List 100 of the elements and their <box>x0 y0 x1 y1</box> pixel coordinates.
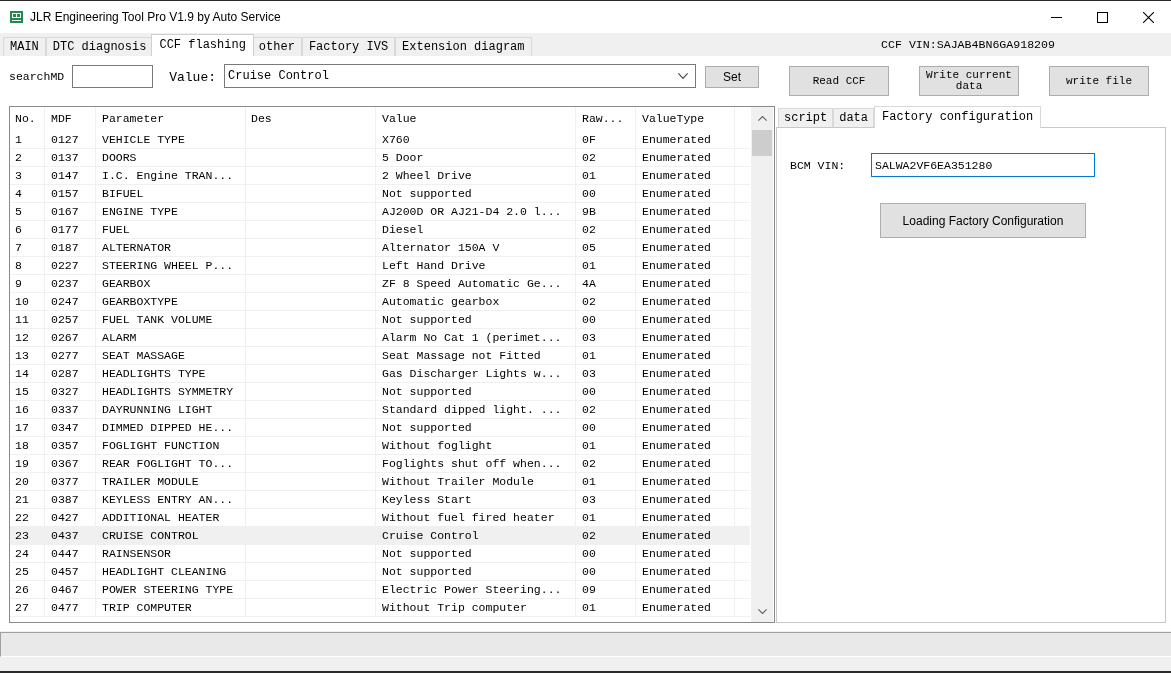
table-row[interactable]: 7 0187 ALTERNATOR Alternator 150A V 05 Enumerated <box>10 239 750 257</box>
table-row[interactable]: 27 0477 TRIP COMPUTER Without Trip computer 01 Enumerated <box>10 599 750 617</box>
table-cell: 0177 <box>45 221 96 238</box>
table-cell: 26 <box>10 581 45 598</box>
table-cell: 9B <box>576 203 636 220</box>
value-dropdown[interactable]: Cruise Control <box>224 64 697 88</box>
table-cell: 01 <box>576 167 636 184</box>
tab[interactable]: other <box>251 37 302 56</box>
tab[interactable]: CCF flashing <box>151 34 254 56</box>
table-row[interactable]: 14 0287 HEADLIGHTS TYPE Gas Discharger Lights w... 03 Enumerated <box>10 365 750 383</box>
table-row[interactable]: 11 0257 FUEL TANK VOLUME Not supported 00 Enumerated <box>10 311 750 329</box>
table-cell: Enumerated <box>636 455 735 472</box>
toolbar-button[interactable]: Set <box>705 66 760 88</box>
table-cell: 0367 <box>45 455 96 472</box>
tab[interactable]: Extension diagram <box>395 37 532 56</box>
table-cell: 0157 <box>45 185 96 202</box>
table-cell: 01 <box>576 257 636 274</box>
table-cell: Enumerated <box>636 257 735 274</box>
table-row[interactable]: 9 0237 GEARBOX ZF 8 Speed Automatic Ge... 4A Enumerated <box>10 275 750 293</box>
bcm-vin-field[interactable]: SALWA2VF6EA351280 <box>871 153 1095 177</box>
table-row[interactable]: 1 0127 VEHICLE TYPE X760 0F Enumerated <box>10 131 750 149</box>
table-cell: 4A <box>576 275 636 292</box>
table-cell: POWER STEERING TYPE <box>96 581 246 598</box>
toolbar-button[interactable]: write file <box>1049 66 1150 96</box>
scroll-down-icon[interactable] <box>757 608 767 614</box>
table-row[interactable]: 10 0247 GEARBOXTYPE Automatic gearbox 02 Enumerated <box>10 293 750 311</box>
table-cell: Enumerated <box>636 383 735 400</box>
column-header[interactable]: ValueType <box>636 107 735 131</box>
tab[interactable]: script <box>778 108 834 127</box>
table-cell: Not supported <box>376 545 576 562</box>
table-cell: ADDITIONAL HEATER <box>96 509 246 526</box>
tab[interactable]: Factory IVS <box>301 37 396 56</box>
scrollbar-thumb[interactable] <box>752 130 772 156</box>
tab[interactable]: Factory configuration <box>874 106 1042 128</box>
table-cell: 0137 <box>45 149 96 166</box>
column-header[interactable]: Raw... <box>576 107 636 131</box>
search-field[interactable] <box>72 65 154 88</box>
toolbar-button[interactable]: Read CCF <box>789 66 890 96</box>
column-header[interactable]: No. <box>10 107 45 131</box>
table-cell: 0357 <box>45 437 96 454</box>
column-header[interactable]: Des <box>246 107 376 131</box>
table-cell: Enumerated <box>636 293 735 310</box>
table-cell: 16 <box>10 401 45 418</box>
table-cell: 01 <box>576 509 636 526</box>
vertical-scrollbar[interactable] <box>751 107 773 622</box>
table-cell: TRIP COMPUTER <box>96 599 246 616</box>
table-cell: Enumerated <box>636 419 735 436</box>
table-cell: 03 <box>576 491 636 508</box>
table-cell: HEADLIGHTS SYMMETRY <box>96 383 246 400</box>
table-cell: Enumerated <box>636 167 735 184</box>
table-cell: ZF 8 Speed Automatic Ge... <box>376 275 576 292</box>
search-label: searchMD <box>9 69 65 85</box>
maximize-icon[interactable] <box>1096 11 1108 23</box>
table-cell: X760 <box>376 131 576 148</box>
table-row[interactable]: 18 0357 FOGLIGHT FUNCTION Without foglight 01 Enumerated <box>10 437 750 455</box>
table-cell: KEYLESS ENTRY AN... <box>96 491 246 508</box>
table-row[interactable]: 12 0267 ALARM Alarm No Cat 1 (perimet... 03 Enumerated <box>10 329 750 347</box>
column-header[interactable]: Parameter <box>96 107 246 131</box>
table-row[interactable]: 15 0327 HEADLIGHTS SYMMETRY Not supported 00 Enumerated <box>10 383 750 401</box>
table-row[interactable]: 5 0167 ENGINE TYPE AJ200D OR AJ21-D4 2.0 l... 9B Enumerated <box>10 203 750 221</box>
table-cell: 01 <box>576 599 636 616</box>
table-row[interactable]: 20 0377 TRAILER MODULE Without Trailer Module 01 Enumerated <box>10 473 750 491</box>
table-cell: 0327 <box>45 383 96 400</box>
table-row[interactable]: 21 0387 KEYLESS ENTRY AN... Keyless Start 03 Enumerated <box>10 491 750 509</box>
toolbar-button[interactable]: Write current data <box>919 66 1020 96</box>
table-cell: 00 <box>576 419 636 436</box>
table-row[interactable]: 23 0437 CRUISE CONTROL Cruise Control 02 Enumerated <box>10 527 750 545</box>
tab[interactable]: MAIN <box>3 37 46 56</box>
table-row[interactable]: 16 0337 DAYRUNNING LIGHT Standard dipped light. ... 02 Enumerated <box>10 401 750 419</box>
table-row[interactable]: 26 0467 POWER STEERING TYPE Electric Power Steering... 09 Enumerated <box>10 581 750 599</box>
table-row[interactable]: 19 0367 REAR FOGLIGHT TO... Foglights shut off when... 02 Enumerated <box>10 455 750 473</box>
tab[interactable]: data <box>833 108 875 127</box>
table-row[interactable]: 2 0137 DOORS 5 Door 02 Enumerated <box>10 149 750 167</box>
scroll-up-icon[interactable] <box>757 115 767 121</box>
loading-factory-configuration-button[interactable]: Loading Factory Configuration <box>880 203 1086 238</box>
table-cell: 0F <box>576 131 636 148</box>
chevron-down-icon[interactable] <box>678 73 689 79</box>
table-cell: Enumerated <box>636 545 735 562</box>
table-cell: 02 <box>576 401 636 418</box>
table-row[interactable]: 3 0147 I.C. Engine TRAN... 2 Wheel Drive 01 Enumerated <box>10 167 750 185</box>
bcm-vin-label: BCM VIN: <box>790 158 847 172</box>
table-cell: Electric Power Steering... <box>376 581 576 598</box>
close-icon[interactable] <box>1142 11 1154 23</box>
table-cell: 0427 <box>45 509 96 526</box>
table-row[interactable]: 8 0227 STEERING WHEEL P... Left Hand Drive 01 Enumerated <box>10 257 750 275</box>
column-header[interactable]: Value <box>376 107 576 131</box>
table-row[interactable]: 25 0457 HEADLIGHT CLEANING Not supported 00 Enumerated <box>10 563 750 581</box>
table-row[interactable]: 6 0177 FUEL Diesel 02 Enumerated <box>10 221 750 239</box>
table-row[interactable]: 17 0347 DIMMED DIPPED HE... Not supported 00 Enumerated <box>10 419 750 437</box>
table-row[interactable]: 13 0277 SEAT MASSAGE Seat Massage not Fitted 01 Enumerated <box>10 347 750 365</box>
table-row[interactable]: 24 0447 RAINSENSOR Not supported 00 Enumerated <box>10 545 750 563</box>
minimize-icon[interactable] <box>1050 16 1062 18</box>
table-row[interactable]: 4 0157 BIFUEL Not supported 00 Enumerated <box>10 185 750 203</box>
column-header[interactable]: MDF <box>45 107 96 131</box>
table-cell: FUEL <box>96 221 246 238</box>
table-cell: Enumerated <box>636 347 735 364</box>
table-cell: 02 <box>576 527 636 544</box>
table-cell: 0447 <box>45 545 96 562</box>
table-cell: 0247 <box>45 293 96 310</box>
tab[interactable]: DTC diagnosis <box>45 37 154 56</box>
